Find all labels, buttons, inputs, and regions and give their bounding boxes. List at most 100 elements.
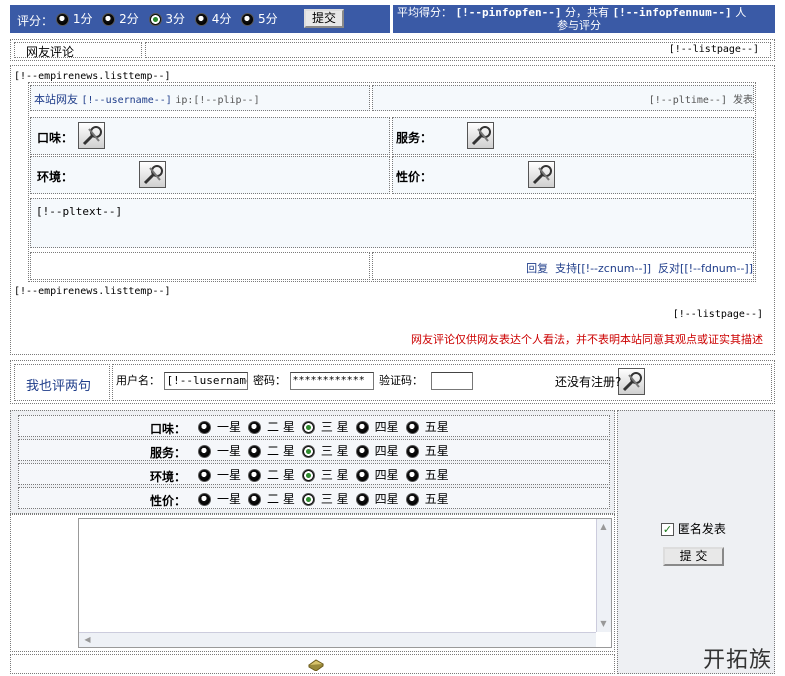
star-option-4[interactable]: 四星	[355, 444, 399, 458]
star-radio-2[interactable]	[248, 469, 262, 482]
comment-ip: ip:[!--plip--]	[175, 95, 260, 106]
scroll-down-icon[interactable]: ▼	[597, 617, 610, 630]
star-option-1[interactable]: 一星	[198, 492, 241, 506]
star-label: 二 星	[267, 492, 295, 506]
star-option-3[interactable]: 三 星	[301, 444, 349, 458]
star-label: 四星	[374, 492, 399, 506]
rating-count-value: [!--infopfennum--]	[612, 6, 732, 19]
comment-user-line: 本站网友 [!--username--] ip:[!--plip--]	[34, 91, 260, 107]
star-radio-5[interactable]	[405, 445, 419, 458]
star-option-5[interactable]: 五星	[405, 492, 449, 506]
captcha-image-icon[interactable]	[618, 368, 645, 395]
star-option-1[interactable]: 一星	[198, 420, 241, 434]
star-radio-1[interactable]	[198, 445, 211, 458]
star-label: 五星	[424, 444, 449, 458]
form-service-label: 服务：	[150, 446, 187, 460]
star-radio-5[interactable]	[405, 421, 419, 434]
star-label: 三 星	[320, 420, 349, 434]
star-label: 四星	[374, 420, 399, 434]
radio-3[interactable]	[148, 13, 162, 26]
password-label: 密码：	[253, 374, 286, 387]
reply-link[interactable]: 回复	[526, 262, 548, 275]
rate-option-3[interactable]: 3分	[148, 12, 185, 26]
star-option-4[interactable]: 四星	[355, 468, 399, 482]
radio-2[interactable]	[102, 13, 116, 26]
comment-username[interactable]: [!--username--]	[82, 95, 172, 106]
star-option-3[interactable]: 三 星	[301, 492, 349, 506]
star-option-1[interactable]: 一星	[198, 468, 241, 482]
environment-rating-icon	[139, 161, 166, 188]
price-cell	[392, 156, 754, 194]
watermark: 开拓族	[703, 648, 773, 673]
star-option-2[interactable]: 二 星	[248, 468, 295, 482]
star-radio-4[interactable]	[355, 445, 369, 458]
star-label: 一星	[217, 444, 242, 458]
star-option-4[interactable]: 四星	[355, 492, 399, 506]
oppose-link[interactable]: 反对[[!--fdnum--]]	[658, 262, 753, 275]
scroll-left-icon[interactable]: ◀	[81, 633, 94, 646]
star-label: 二 星	[267, 420, 295, 434]
password-input[interactable]: ************	[289, 372, 374, 390]
rate-option-4[interactable]: 4分	[194, 12, 231, 26]
rate-option-1[interactable]: 1分	[56, 12, 92, 26]
scroll-up-icon[interactable]: ▲	[597, 520, 610, 533]
textarea-hscrollbar[interactable]	[79, 632, 596, 647]
star-radio-4[interactable]	[355, 469, 369, 482]
star-option-1[interactable]: 一星	[198, 444, 241, 458]
radio-5[interactable]	[241, 13, 255, 26]
support-link[interactable]: 支持[[!--zcnum--]]	[555, 262, 651, 275]
star-radio-2[interactable]	[248, 493, 262, 506]
star-option-5[interactable]: 五星	[405, 468, 449, 482]
avg-score-text: 平均得分： [!--pinfopfen--] 分，共有 [!--infopfen…	[397, 6, 747, 32]
star-radio-1[interactable]	[198, 493, 211, 506]
comments-title: 网友评论	[26, 45, 75, 59]
username-label: 用户名：	[116, 374, 160, 387]
taste-rating-icon	[78, 122, 105, 149]
star-radio-1[interactable]	[198, 469, 211, 482]
listpage-bottom[interactable]: [!--listpage--]	[673, 309, 763, 320]
listtemp-end: [!--empirenews.listtemp--]	[14, 286, 171, 297]
rate-option-2[interactable]: 2分	[102, 12, 139, 26]
star-label: 一星	[217, 468, 242, 482]
anonymous-checkbox[interactable]: ✓	[661, 523, 674, 536]
environment-cell	[30, 156, 390, 194]
star-label: 五星	[424, 420, 449, 434]
star-radio-3[interactable]	[301, 469, 315, 482]
anonymous-option[interactable]: ✓ 匿名发表	[661, 520, 726, 537]
star-radio-1[interactable]	[198, 421, 211, 434]
star-option-5[interactable]: 五星	[405, 444, 449, 458]
rate-option-5[interactable]: 5分	[241, 12, 278, 26]
star-radio-5[interactable]	[405, 493, 419, 506]
register-link[interactable]: 还没有注册?	[555, 373, 621, 390]
star-radio-4[interactable]	[355, 493, 369, 506]
comment-textarea[interactable]	[78, 518, 612, 648]
star-radio-3[interactable]	[301, 421, 315, 434]
star-radio-2[interactable]	[248, 421, 262, 434]
star-option-3[interactable]: 三 星	[301, 420, 349, 434]
star-option-2[interactable]: 二 星	[248, 420, 295, 434]
username-input[interactable]: [!--lusername--]	[163, 372, 248, 390]
anonymous-label: 匿名发表	[677, 522, 726, 536]
rate-submit-button[interactable]: 提交	[304, 9, 345, 28]
price-star-options: 一星 二 星 三 星 四星 五星	[198, 490, 456, 507]
star-radio-5[interactable]	[405, 469, 419, 482]
star-radio-4[interactable]	[355, 421, 369, 434]
star-option-2[interactable]: 二 星	[248, 492, 295, 506]
captcha-input[interactable]	[430, 372, 473, 390]
star-radio-3[interactable]	[301, 445, 315, 458]
star-radio-2[interactable]	[248, 445, 262, 458]
star-option-2[interactable]: 二 星	[248, 444, 295, 458]
listtemp-start: [!--empirenews.listtemp--]	[14, 71, 171, 82]
form-submit-button[interactable]: 提 交	[663, 547, 724, 566]
star-radio-3[interactable]	[301, 493, 315, 506]
radio-1[interactable]	[56, 13, 69, 26]
star-option-5[interactable]: 五星	[405, 420, 449, 434]
star-label: 三 星	[320, 492, 349, 506]
comment-text-cell	[30, 198, 754, 248]
star-option-3[interactable]: 三 星	[301, 468, 349, 482]
service-cell	[392, 117, 754, 155]
radio-4[interactable]	[194, 13, 208, 26]
listpage-top[interactable]: [!--listpage--]	[669, 44, 759, 55]
star-option-4[interactable]: 四星	[355, 420, 399, 434]
textarea-vscrollbar[interactable]	[596, 519, 611, 632]
